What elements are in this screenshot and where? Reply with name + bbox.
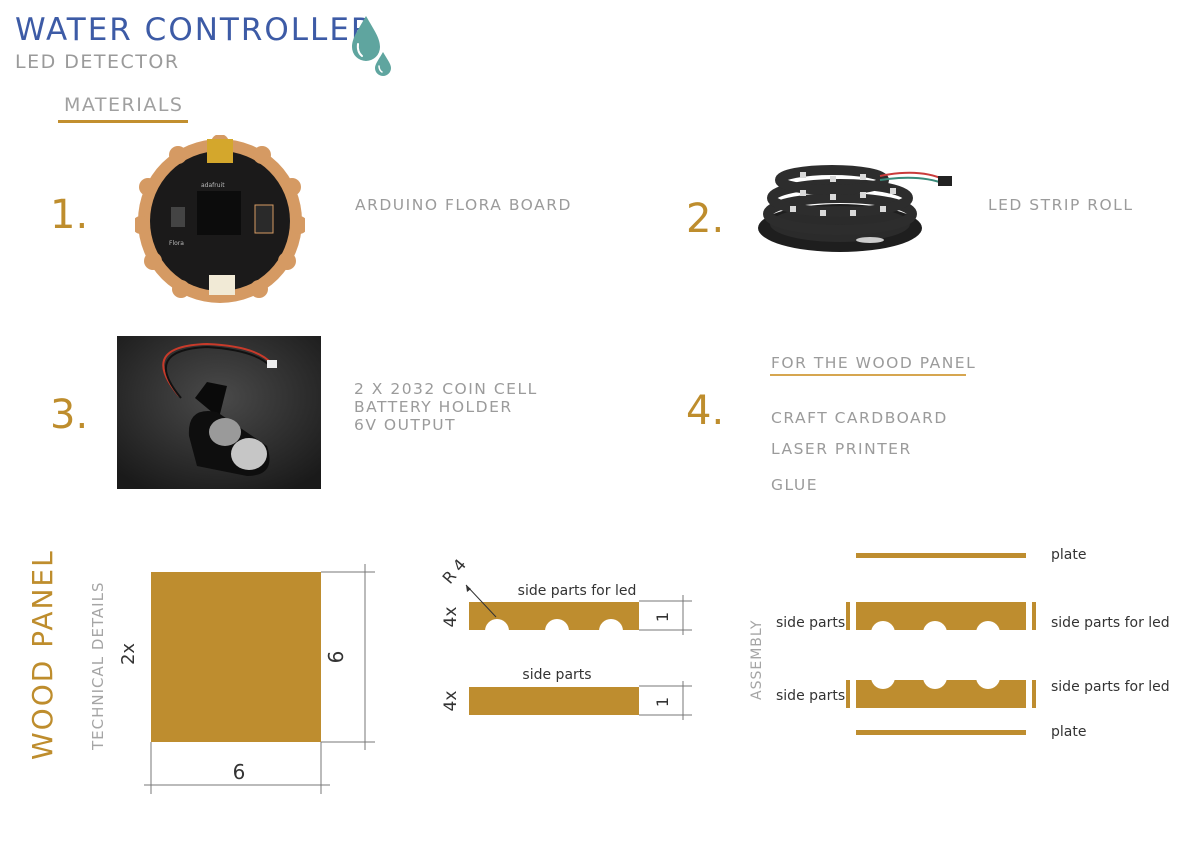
svg-text:adafruit: adafruit <box>201 182 225 189</box>
assembly-plate-bottom <box>856 730 1026 735</box>
side-part-height: 1 <box>653 697 672 707</box>
page-subtitle: LED DETECTOR <box>15 51 180 73</box>
assembly-plate-top <box>856 553 1026 558</box>
assembly-label-side-parts-2: side parts <box>776 688 845 704</box>
list-item-glue: GLUE <box>771 476 819 494</box>
side-part-shape <box>469 687 639 715</box>
item-label-3: 2 X 2032 COIN CELL BATTERY HOLDER 6V OUT… <box>354 380 538 434</box>
item-label-3-line-3: 6V OUTPUT <box>354 416 457 434</box>
item-label-2: LED STRIP ROLL <box>988 196 1134 214</box>
item-number-1: 1. <box>50 192 89 238</box>
square-quantity-label: 2x <box>118 643 139 665</box>
technical-details-title: TECHNICAL DETAILS <box>89 581 107 751</box>
square-panel-drawing: 6 6 2x <box>118 564 375 794</box>
assembly-led-part-bottom <box>856 680 1026 708</box>
assembly-drawing: plate side parts side parts for led side… <box>776 547 1170 740</box>
radius-arrow-icon <box>466 585 471 592</box>
page-title: WATER CONTROLLER <box>15 12 375 48</box>
assembly-label-led-1: side parts for led <box>1051 615 1170 631</box>
arduino-flora-board-image: adafruit Flora <box>135 135 305 303</box>
list-item-craft-cardboard: CRAFT CARDBOARD <box>771 409 948 427</box>
assembly-label-led-2: side parts for led <box>1051 679 1170 695</box>
svg-text:Flora: Flora <box>169 240 184 247</box>
item-number-2: 2. <box>686 196 725 242</box>
item-number-4: 4. <box>686 388 725 434</box>
side-part-quantity: 4x <box>441 691 461 712</box>
water-drops-icon <box>352 16 391 76</box>
assembly-label-plate-top: plate <box>1051 547 1086 563</box>
led-strip-roll-image <box>758 165 952 252</box>
square-height-label: 6 <box>324 651 348 664</box>
materials-heading: MATERIALS <box>64 94 184 116</box>
item-label-1: ARDUINO FLORA BOARD <box>355 196 572 214</box>
side-parts-drawing: side parts for led R 4 4x 1 side parts 4… <box>439 555 692 720</box>
wood-panel-subheading-underline <box>770 374 966 376</box>
led-side-part-quantity: 4x <box>441 607 461 628</box>
side-part-label: side parts <box>522 667 591 683</box>
assembly-label-side-parts-1: side parts <box>776 615 845 631</box>
item-label-3-line-1: 2 X 2032 COIN CELL <box>354 380 538 398</box>
item-number-3: 3. <box>50 392 89 438</box>
led-side-part-height: 1 <box>653 612 672 622</box>
wood-panel-subheading: FOR THE WOOD PANEL <box>771 354 977 372</box>
assembly-title: ASSEMBLY <box>749 619 765 700</box>
item-label-3-line-2: BATTERY HOLDER <box>354 398 513 416</box>
coin-cell-battery-holder-image <box>117 336 321 489</box>
square-panel-shape <box>151 572 321 742</box>
square-width-label: 6 <box>233 760 246 784</box>
assembly-led-part-top <box>856 602 1026 630</box>
assembly-label-plate-bottom: plate <box>1051 724 1086 740</box>
led-side-part-label: side parts for led <box>518 583 637 599</box>
radius-label: R 4 <box>439 555 471 587</box>
list-item-laser-printer: LASER PRINTER <box>771 440 912 458</box>
materials-underline <box>58 120 188 123</box>
wood-panel-title: WOOD PANEL <box>26 549 59 760</box>
